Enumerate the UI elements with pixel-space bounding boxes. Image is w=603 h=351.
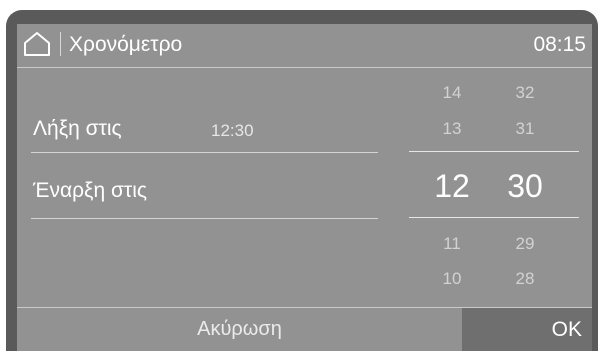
hour-selected[interactable]: 12 (422, 168, 482, 205)
home-icon[interactable] (23, 31, 51, 57)
clock-display: 08:15 (533, 33, 586, 56)
header-divider (60, 32, 61, 56)
start-time-row[interactable]: Έναρξη στις (31, 170, 377, 216)
minute-selected[interactable]: 30 (495, 168, 555, 205)
end-time-value: 12:30 (211, 121, 254, 140)
start-time-label: Έναρξη στις (33, 179, 148, 202)
hour-option[interactable]: 14 (422, 83, 482, 103)
hour-option[interactable]: 11 (422, 234, 482, 254)
selection-top-line (409, 151, 579, 152)
end-time-label: Λήξη στις (33, 117, 122, 140)
minute-option[interactable]: 29 (495, 234, 555, 254)
minute-option[interactable]: 28 (495, 269, 555, 289)
ok-button[interactable]: OK (462, 308, 592, 351)
row-divider (31, 218, 378, 219)
time-picker[interactable]: 14 13 12 11 10 32 31 30 29 28 (409, 68, 579, 308)
end-time-row[interactable]: Λήξη στις 12:30 (31, 108, 377, 154)
cancel-button[interactable]: Ακύρωση (17, 308, 462, 351)
hour-option[interactable]: 13 (422, 119, 482, 139)
minute-option[interactable]: 31 (495, 119, 555, 139)
selection-bottom-line (409, 217, 579, 218)
page-title: Χρονόμετρο (69, 33, 183, 56)
hour-option[interactable]: 10 (422, 269, 482, 289)
display-screen: Χρονόμετρο 08:15 Λήξη στις 12:30 Έναρξη … (17, 24, 592, 351)
minute-option[interactable]: 32 (495, 83, 555, 103)
row-divider (31, 152, 378, 153)
header-bar: Χρονόμετρο 08:15 (17, 24, 592, 64)
